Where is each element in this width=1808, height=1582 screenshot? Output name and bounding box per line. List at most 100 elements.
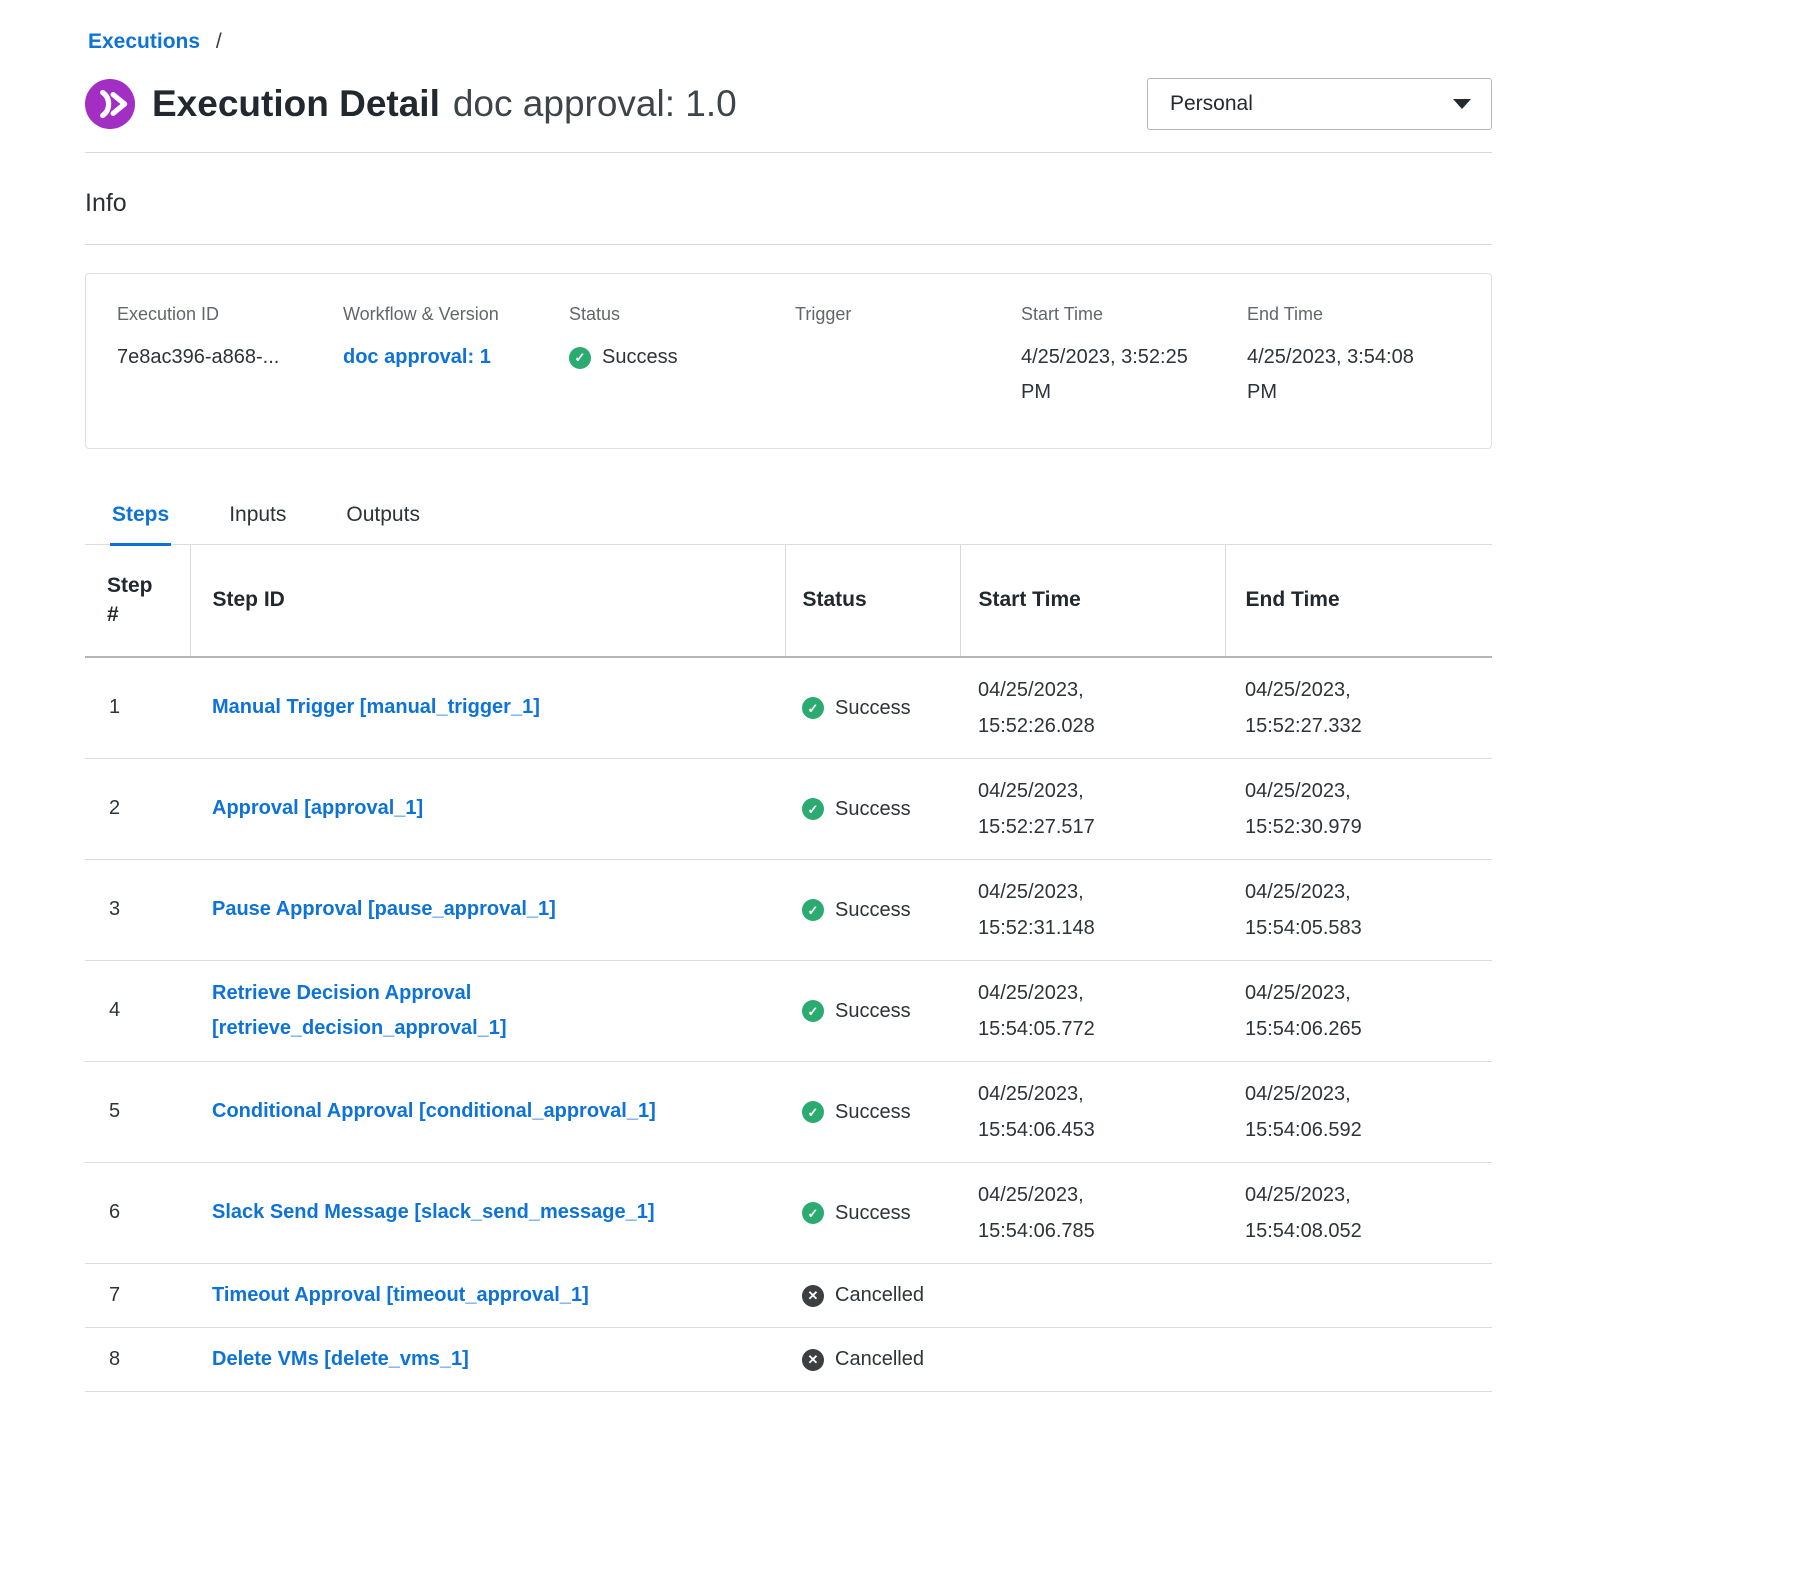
step-link[interactable]: Manual Trigger [manual_trigger_1] — [212, 690, 540, 725]
tab-steps[interactable]: Steps — [110, 493, 171, 546]
step-id-cell: Conditional Approval [conditional_approv… — [190, 1061, 785, 1162]
info-field-end-time: End Time 4/25/2023, 3:54:08 PM — [1247, 304, 1437, 410]
success-icon: ✓ — [569, 347, 591, 369]
step-number: 2 — [85, 758, 190, 859]
info-field-start-time: Start Time 4/25/2023, 3:52:25 PM — [1021, 304, 1247, 410]
info-divider — [85, 244, 1492, 245]
execution-status-text: Success — [602, 340, 678, 375]
step-id-cell: Slack Send Message [slack_send_message_1… — [190, 1162, 785, 1263]
info-label: Execution ID — [117, 304, 343, 325]
step-link[interactable]: Approval [approval_1] — [212, 791, 423, 826]
status-cell: ✓ Success — [785, 758, 960, 859]
status-badge: ✕ Cancelled — [802, 1348, 924, 1371]
start-time-cell: 04/25/2023, 15:54:06.453 — [960, 1061, 1225, 1162]
status-cell: ✓ Success — [785, 859, 960, 960]
step-link[interactable]: Timeout Approval [timeout_approval_1] — [212, 1278, 589, 1313]
execution-id-value: 7e8ac396-a868-... — [117, 340, 343, 375]
steps-table: Step # Step ID Status Start Time End Tim… — [85, 545, 1492, 1392]
table-row: 4 Retrieve Decision Approval [retrieve_d… — [85, 960, 1492, 1061]
end-time-cell: 04/25/2023, 15:54:06.265 — [1225, 960, 1492, 1061]
end-time-cell — [1225, 1327, 1492, 1391]
step-number: 7 — [85, 1263, 190, 1327]
column-header-step-id: Step ID — [190, 545, 785, 657]
info-label: Start Time — [1021, 304, 1247, 325]
chevron-down-icon — [1453, 99, 1471, 109]
start-time-cell — [960, 1263, 1225, 1327]
info-label: End Time — [1247, 304, 1437, 325]
column-header-start-time: Start Time — [960, 545, 1225, 657]
step-id-cell: Timeout Approval [timeout_approval_1] — [190, 1263, 785, 1327]
step-id-cell: Approval [approval_1] — [190, 758, 785, 859]
step-id-cell: Delete VMs [delete_vms_1] — [190, 1327, 785, 1391]
status-badge: ✓ Success — [802, 899, 911, 922]
table-row: 6 Slack Send Message [slack_send_message… — [85, 1162, 1492, 1263]
step-link[interactable]: Delete VMs [delete_vms_1] — [212, 1342, 469, 1377]
status-cell: ✓ Success — [785, 657, 960, 759]
success-icon: ✓ — [802, 899, 824, 921]
step-id-cell: Pause Approval [pause_approval_1] — [190, 859, 785, 960]
tabs: Steps Inputs Outputs — [85, 493, 1492, 545]
execution-detail-page: Executions / Execution Detail doc approv… — [85, 0, 1492, 1392]
status-cell: ✓ Success — [785, 1061, 960, 1162]
step-link[interactable]: Retrieve Decision Approval [retrieve_dec… — [212, 976, 712, 1046]
workflow-brand-icon — [85, 79, 135, 129]
step-number: 1 — [85, 657, 190, 759]
start-time-value: 4/25/2023, 3:52:25 PM — [1021, 340, 1211, 410]
info-field-execution-id: Execution ID 7e8ac396-a868-... — [117, 304, 343, 410]
cancelled-icon: ✕ — [802, 1285, 824, 1307]
step-number: 5 — [85, 1061, 190, 1162]
success-icon: ✓ — [802, 798, 824, 820]
info-label: Status — [569, 304, 795, 325]
info-field-status: Status ✓ Success — [569, 304, 795, 410]
breadcrumb: Executions / — [88, 30, 1492, 54]
table-row: 1 Manual Trigger [manual_trigger_1] ✓ Su… — [85, 657, 1492, 759]
cancelled-icon: ✕ — [802, 1349, 824, 1371]
start-time-cell: 04/25/2023, 15:52:26.028 — [960, 657, 1225, 759]
table-row: 7 Timeout Approval [timeout_approval_1] … — [85, 1263, 1492, 1327]
page-title: Execution Detail — [152, 83, 440, 125]
workspace-select-value: Personal — [1170, 92, 1253, 116]
start-time-cell: 04/25/2023, 15:52:31.148 — [960, 859, 1225, 960]
step-link[interactable]: Conditional Approval [conditional_approv… — [212, 1094, 656, 1129]
end-time-value: 4/25/2023, 3:54:08 PM — [1247, 340, 1437, 410]
end-time-cell: 04/25/2023, 15:54:08.052 — [1225, 1162, 1492, 1263]
step-link[interactable]: Pause Approval [pause_approval_1] — [212, 892, 556, 927]
step-link[interactable]: Slack Send Message [slack_send_message_1… — [212, 1195, 654, 1230]
end-time-cell: 04/25/2023, 15:52:27.332 — [1225, 657, 1492, 759]
success-icon: ✓ — [802, 1000, 824, 1022]
start-time-cell: 04/25/2023, 15:54:05.772 — [960, 960, 1225, 1061]
info-label: Trigger — [795, 304, 1021, 325]
start-time-cell: 04/25/2023, 15:52:27.517 — [960, 758, 1225, 859]
title-row: Execution Detail doc approval: 1.0 Perso… — [85, 78, 1492, 130]
status-badge: ✓ Success — [802, 1101, 911, 1124]
workflow-version-link[interactable]: doc approval: 1 — [343, 340, 491, 375]
breadcrumb-separator: / — [216, 30, 222, 53]
title-divider — [85, 152, 1492, 153]
title-group: Execution Detail doc approval: 1.0 — [85, 79, 737, 129]
page-subtitle: doc approval: 1.0 — [453, 83, 737, 125]
column-header-status: Status — [785, 545, 960, 657]
steps-table-body: 1 Manual Trigger [manual_trigger_1] ✓ Su… — [85, 657, 1492, 1392]
breadcrumb-executions-link[interactable]: Executions — [88, 30, 200, 53]
start-time-cell — [960, 1327, 1225, 1391]
info-label: Workflow & Version — [343, 304, 569, 325]
steps-table-header: Step # Step ID Status Start Time End Tim… — [85, 545, 1492, 657]
tab-outputs[interactable]: Outputs — [344, 493, 422, 544]
info-card: Execution ID 7e8ac396-a868-... Workflow … — [85, 273, 1492, 449]
tab-inputs[interactable]: Inputs — [227, 493, 288, 544]
status-cell: ✕ Cancelled — [785, 1327, 960, 1391]
step-number: 8 — [85, 1327, 190, 1391]
end-time-cell: 04/25/2023, 15:54:06.592 — [1225, 1061, 1492, 1162]
step-number: 3 — [85, 859, 190, 960]
step-number: 6 — [85, 1162, 190, 1263]
workspace-select[interactable]: Personal — [1147, 78, 1492, 130]
success-icon: ✓ — [802, 1202, 824, 1224]
success-icon: ✓ — [802, 1101, 824, 1123]
end-time-cell: 04/25/2023, 15:52:30.979 — [1225, 758, 1492, 859]
status-cell: ✕ Cancelled — [785, 1263, 960, 1327]
table-row: 5 Conditional Approval [conditional_appr… — [85, 1061, 1492, 1162]
status-badge: ✕ Cancelled — [802, 1284, 924, 1307]
info-field-trigger: Trigger — [795, 304, 1021, 410]
step-id-cell: Retrieve Decision Approval [retrieve_dec… — [190, 960, 785, 1061]
status-badge: ✓ Success — [802, 1000, 911, 1023]
